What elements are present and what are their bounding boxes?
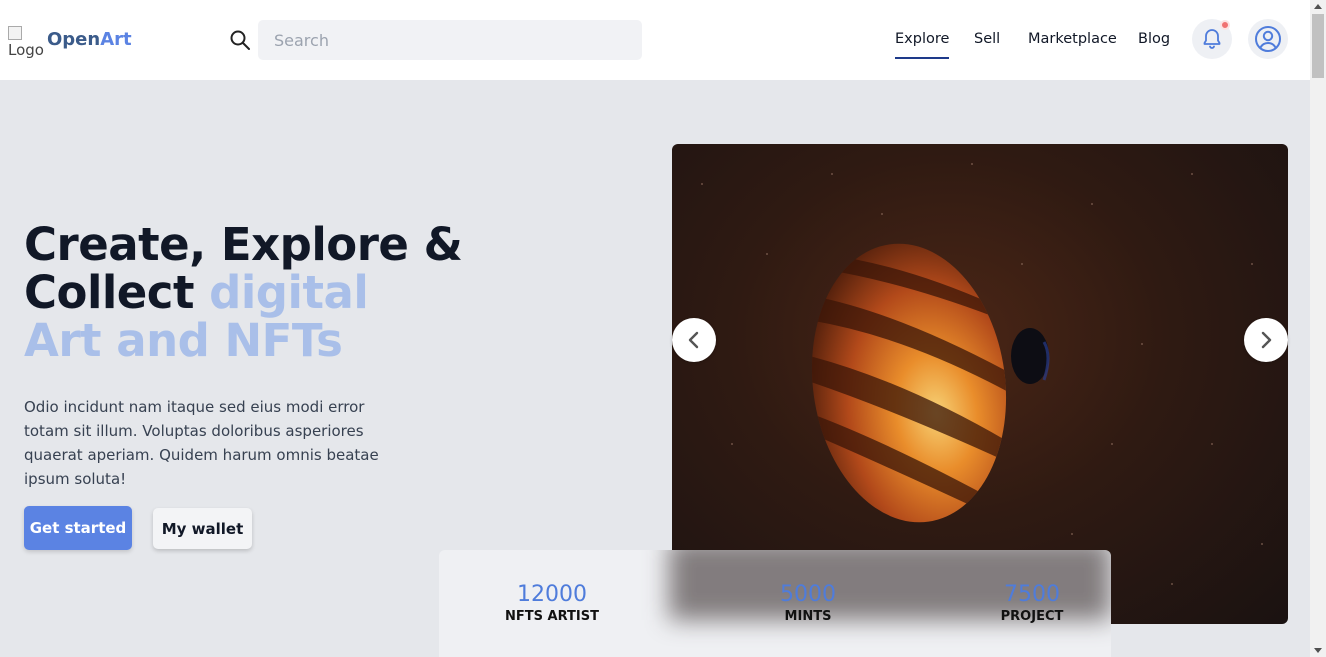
my-wallet-button[interactable]: My wallet: [153, 508, 252, 549]
brand-name-part2: Art: [100, 29, 132, 50]
stat-mints: 5000 MINTS: [733, 582, 883, 624]
nav-link-marketplace[interactable]: Marketplace: [1028, 31, 1117, 47]
scroll-thumb[interactable]: [1312, 14, 1324, 78]
page-scrollbar[interactable]: [1310, 0, 1326, 657]
notification-badge: [1220, 20, 1230, 30]
nav-link-explore[interactable]: Explore: [895, 31, 950, 59]
broken-image-icon: [8, 26, 22, 40]
stat-project: 7500 PROJECT: [957, 582, 1107, 624]
brand-name-part1: Open: [47, 29, 101, 50]
carousel-next-button[interactable]: [1244, 318, 1288, 362]
headline-line2-highlight: digital: [209, 266, 369, 319]
get-started-button[interactable]: Get started: [24, 506, 132, 550]
profile-button[interactable]: [1248, 19, 1288, 59]
chevron-left-icon: [688, 331, 699, 349]
headline-line2-dark: Collect: [24, 266, 210, 319]
headline-line1: Create, Explore &: [24, 218, 463, 271]
stat-label: NFTS ARTIST: [505, 609, 599, 624]
scroll-up-icon[interactable]: [1314, 4, 1322, 9]
stat-nfts-artist: 12000 NFTS ARTIST: [477, 582, 627, 624]
brand-name[interactable]: OpenArt: [47, 29, 132, 50]
chevron-right-icon: [1261, 331, 1272, 349]
stat-value: 7500: [1004, 582, 1060, 607]
hero-headline: Create, Explore & Collect digital Art an…: [24, 218, 463, 367]
headline-line3: Art and NFTs: [24, 314, 343, 367]
nav-link-blog[interactable]: Blog: [1138, 31, 1170, 47]
scroll-down-icon[interactable]: [1314, 648, 1322, 653]
user-circle-icon: [1255, 26, 1281, 52]
notification-button[interactable]: [1192, 19, 1232, 59]
search-icon[interactable]: [229, 29, 251, 51]
search-input[interactable]: [258, 20, 642, 60]
logo-image[interactable]: Logo: [8, 26, 44, 60]
carousel-prev-button[interactable]: [672, 318, 716, 362]
stat-label: MINTS: [784, 609, 832, 624]
bell-icon: [1203, 29, 1221, 49]
nav-link-sell[interactable]: Sell: [974, 31, 1000, 47]
stats-panel: 12000 NFTS ARTIST 5000 MINTS 7500 PROJEC…: [439, 550, 1111, 657]
stat-value: 5000: [780, 582, 836, 607]
stat-value: 12000: [517, 582, 587, 607]
navbar: Logo OpenArt Explore Sell Marketplace Bl…: [0, 0, 1310, 80]
stat-label: PROJECT: [1000, 609, 1064, 624]
hero-description: Odio incidunt nam itaque sed eius modi e…: [24, 398, 379, 488]
logo-alt-text: Logo: [8, 41, 44, 59]
